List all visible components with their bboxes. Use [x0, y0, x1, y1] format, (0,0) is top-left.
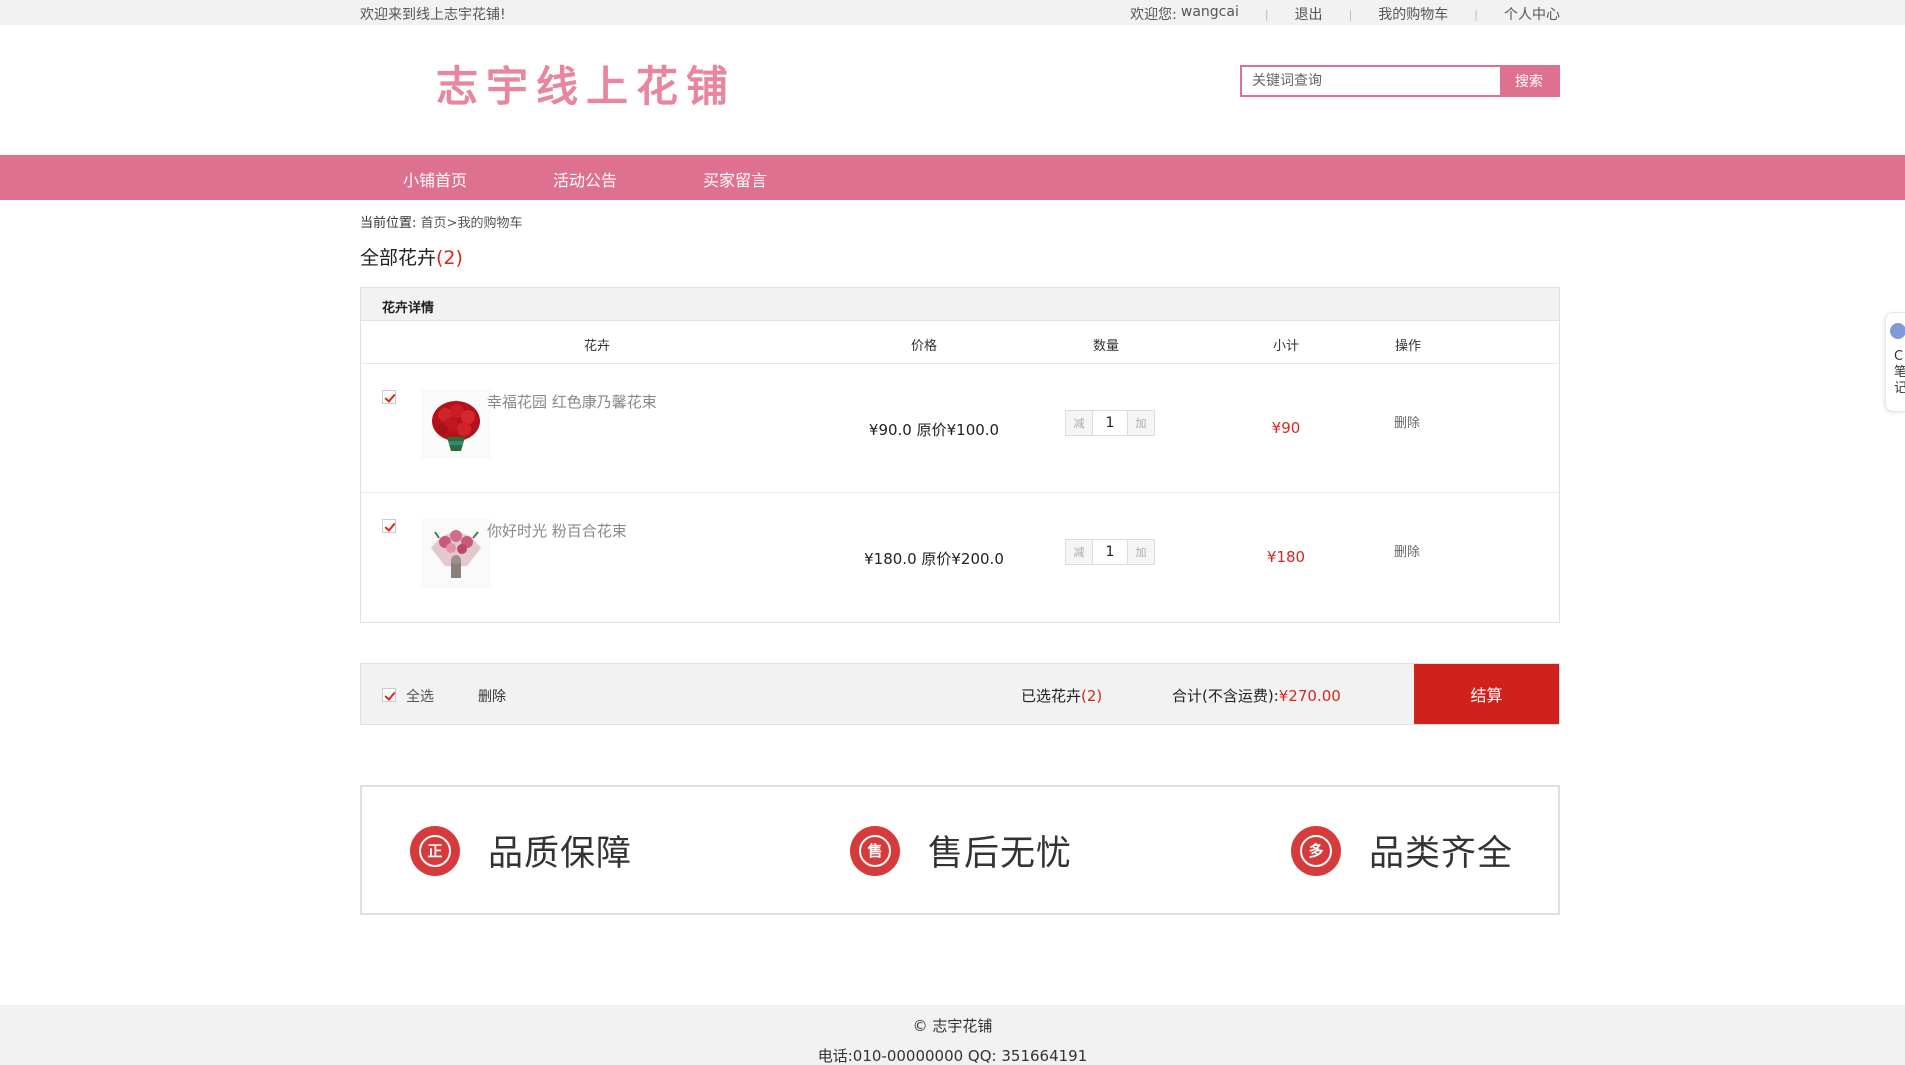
- total-label: 合计(不含运费):: [1172, 687, 1279, 705]
- page-title-text: 全部花卉: [360, 247, 437, 269]
- after-sales-badge-icon: 售: [850, 825, 900, 876]
- divider: |: [1474, 7, 1478, 21]
- qty-increase-button[interactable]: 加: [1128, 411, 1154, 435]
- checkout-button[interactable]: 结算: [1414, 664, 1559, 724]
- footer-contact: 电话:010-00000000 QQ: 351664191: [817, 1047, 1088, 1065]
- breadcrumb-prefix: 当前位置:: [360, 216, 417, 231]
- guarantee-after-sales: 售 售后无忧: [850, 825, 1072, 876]
- page-title: 全部花卉(2): [360, 243, 463, 270]
- col-header-price: 价格: [910, 339, 938, 354]
- footer-copyright: © 志宇花铺: [912, 1017, 993, 1035]
- row-checkbox[interactable]: [382, 519, 396, 533]
- delete-item-link[interactable]: 删除: [1394, 412, 1420, 431]
- guarantee-quality: 正 品质保障: [410, 825, 632, 876]
- breadcrumb: 当前位置: 首页>我的购物车: [360, 212, 522, 231]
- user-prefix: 欢迎您:: [1130, 7, 1177, 23]
- main-nav: 小铺首页 活动公告 买家留言: [0, 155, 1905, 200]
- total-value: ¥270.00: [1278, 687, 1341, 705]
- profile-link[interactable]: 个人中心: [1504, 4, 1560, 24]
- delete-item-link[interactable]: 删除: [1394, 541, 1420, 560]
- username-link[interactable]: wangcai: [1181, 4, 1239, 24]
- site-logo[interactable]: 志宇线上花铺: [436, 53, 736, 114]
- nav-item-announcements[interactable]: 活动公告: [553, 167, 617, 191]
- side-widget-text: C笔记: [1894, 349, 1905, 396]
- product-price: ¥180.0 原价¥200.0: [864, 550, 1004, 568]
- qty-value[interactable]: 1: [1092, 411, 1128, 435]
- selected-count-value: (2): [1081, 687, 1103, 705]
- site-header: 志宇线上花铺 搜索: [0, 25, 1905, 155]
- divider: |: [1348, 7, 1353, 21]
- variety-badge-char: 多: [1300, 834, 1332, 867]
- my-cart-link[interactable]: 我的购物车: [1378, 4, 1448, 24]
- qty-value[interactable]: 1: [1092, 540, 1128, 564]
- col-header-subtotal: 小计: [1272, 339, 1300, 354]
- page-title-count: (2): [436, 247, 463, 269]
- selected-count-label: 已选花卉: [1021, 687, 1082, 705]
- cart-row: 你好时光 粉百合花束 ¥180.0 原价¥200.0 减 1 加 ¥180 删除: [361, 493, 1559, 622]
- search-box: 搜索: [1240, 65, 1560, 97]
- cart-table: 花卉详情 花卉 价格 数量 小计 操作 幸福花园 红色康乃馨花束 ¥90.0 原…: [360, 287, 1560, 623]
- guarantee-variety: 多 品类齐全: [1291, 825, 1513, 876]
- qty-decrease-button[interactable]: 减: [1066, 540, 1092, 564]
- side-notes-widget[interactable]: C笔记: [1885, 312, 1905, 412]
- nav-item-home[interactable]: 小铺首页: [403, 167, 467, 191]
- col-header-flower: 花卉: [583, 339, 611, 354]
- cart-panel-title: 花卉详情: [382, 301, 435, 316]
- search-button[interactable]: 搜索: [1500, 67, 1558, 95]
- welcome-text: 欢迎来到线上志宇花铺!: [360, 7, 506, 23]
- guarantee-label: 品质保障: [488, 834, 633, 874]
- col-header-action: 操作: [1394, 339, 1422, 354]
- after-sales-badge-char: 售: [859, 834, 891, 867]
- col-header-qty: 数量: [1092, 339, 1120, 354]
- divider: |: [1264, 7, 1269, 21]
- breadcrumb-current: >我的购物车: [446, 216, 523, 231]
- user-greeting: 欢迎您: wangcai: [1130, 4, 1239, 24]
- guarantee-label: 品类齐全: [1369, 834, 1514, 874]
- notes-icon: [1890, 323, 1905, 339]
- quantity-stepper: 减 1 加: [1065, 539, 1155, 565]
- qty-decrease-button[interactable]: 减: [1066, 411, 1092, 435]
- row-subtotal: ¥90: [1271, 419, 1301, 437]
- select-all-label[interactable]: 全选: [406, 686, 434, 706]
- cart-row: 幸福花园 红色康乃馨花束 ¥90.0 原价¥100.0 减 1 加 ¥90 删除: [361, 364, 1559, 493]
- row-checkbox[interactable]: [382, 390, 396, 404]
- variety-badge-icon: 多: [1291, 825, 1341, 876]
- site-footer: © 志宇花铺 电话:010-00000000 QQ: 351664191: [0, 1005, 1905, 1065]
- product-image[interactable]: [421, 518, 491, 588]
- top-links: 欢迎您: wangcai | 退出 | 我的购物车 | 个人中心: [1130, 4, 1560, 24]
- product-name-link[interactable]: 你好时光 粉百合花束: [487, 520, 627, 541]
- product-image[interactable]: [421, 389, 491, 459]
- quantity-stepper: 减 1 加: [1065, 410, 1155, 436]
- total-amount: 合计(不含运费):¥270.00: [1172, 685, 1341, 706]
- service-guarantee: 正 品质保障 售 售后无忧 多 品类齐全: [360, 785, 1560, 915]
- top-bar: 欢迎来到线上志宇花铺! 欢迎您: wangcai | 退出 | 我的购物车 | …: [0, 0, 1905, 25]
- cart-panel-header: 花卉详情: [361, 288, 1559, 321]
- breadcrumb-home-link[interactable]: 首页: [421, 216, 447, 231]
- row-subtotal: ¥180: [1266, 548, 1306, 566]
- search-input[interactable]: [1242, 67, 1500, 95]
- logout-link[interactable]: 退出: [1295, 4, 1323, 24]
- product-price: ¥90.0 原价¥100.0: [868, 421, 1000, 439]
- cart-column-headers: 花卉 价格 数量 小计 操作: [361, 321, 1559, 364]
- quality-badge-icon: 正: [410, 825, 460, 876]
- product-name-link[interactable]: 幸福花园 红色康乃馨花束: [487, 391, 657, 412]
- selected-count: 已选花卉(2): [1021, 685, 1102, 706]
- guarantee-label: 售后无忧: [928, 834, 1073, 874]
- delete-selected-link[interactable]: 删除: [478, 686, 506, 706]
- nav-item-messages[interactable]: 买家留言: [703, 167, 767, 191]
- quality-badge-char: 正: [419, 834, 451, 867]
- cart-summary-bar: 全选 删除 已选花卉(2) 合计(不含运费):¥270.00 结算: [360, 663, 1560, 725]
- select-all-checkbox[interactable]: [382, 688, 396, 702]
- qty-increase-button[interactable]: 加: [1128, 540, 1154, 564]
